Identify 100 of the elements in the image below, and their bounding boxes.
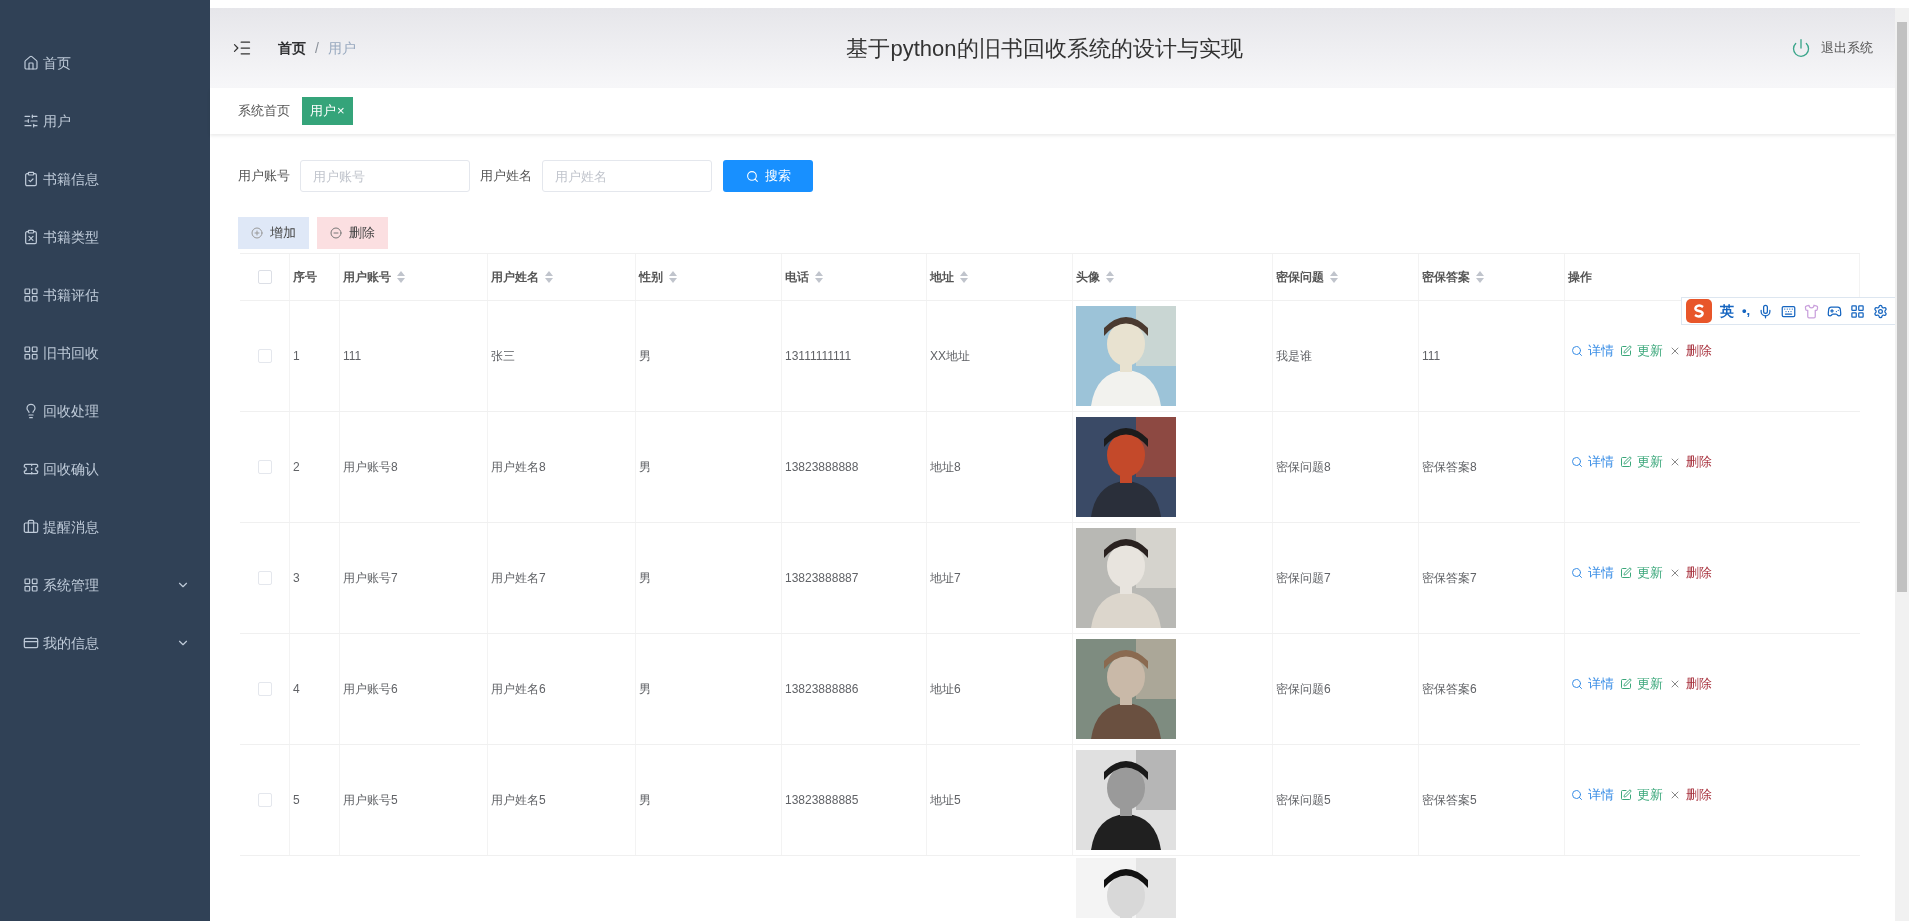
column-label: 密保问题	[1276, 269, 1324, 286]
sidebar-item[interactable]: 提醒消息	[0, 498, 210, 556]
table-cell-text: 男	[639, 570, 651, 587]
column-label: 操作	[1568, 269, 1592, 286]
logout-button[interactable]: 退出系统	[1791, 38, 1873, 58]
keyboard-icon[interactable]	[1781, 303, 1797, 319]
detail-link[interactable]: 详情	[1571, 563, 1614, 583]
clipboard-x-icon	[23, 229, 39, 245]
edit-icon	[1620, 789, 1632, 801]
table-cell-text: 密保答案7	[1422, 570, 1477, 587]
table-cell-text: 我是谁	[1276, 348, 1312, 365]
sort-icon[interactable]	[1330, 271, 1338, 283]
column-header-cell[interactable]: 用户姓名	[488, 254, 636, 300]
add-button[interactable]: 增加	[238, 217, 309, 249]
checkbox[interactable]	[257, 571, 272, 585]
search-icon	[1571, 567, 1583, 579]
column-header-cell[interactable]: 电话	[782, 254, 927, 300]
detail-link[interactable]: 详情	[1571, 785, 1614, 805]
search-icon	[1571, 789, 1583, 801]
table-cell-text: 密保问题7	[1276, 570, 1331, 587]
table-cell-text: 4	[293, 681, 300, 698]
close-icon	[1669, 456, 1681, 468]
sidebar-item[interactable]: 系统管理	[0, 556, 210, 614]
delete-link[interactable]: 删除	[1669, 341, 1712, 361]
table-cell-text: 地址6	[930, 681, 961, 698]
sidebar-item[interactable]: 旧书回收	[0, 324, 210, 382]
column-label: 密保答案	[1422, 269, 1470, 286]
briefcase-icon	[23, 519, 39, 535]
delete-link[interactable]: 删除	[1669, 674, 1712, 694]
ticket-icon	[23, 461, 39, 477]
sidebar-item[interactable]: 书籍评估	[0, 266, 210, 324]
power-icon	[1791, 38, 1811, 58]
ime-mode[interactable]: 英	[1720, 300, 1734, 322]
search-field[interactable]: 用户姓名	[542, 160, 712, 192]
checkbox[interactable]	[257, 793, 272, 807]
checkbox[interactable]	[257, 349, 272, 363]
shirt-icon[interactable]	[1804, 303, 1820, 319]
table-cell-text: 13823888888	[785, 459, 859, 476]
sort-icon[interactable]	[960, 271, 968, 283]
sidebar-item[interactable]: 用户	[0, 92, 210, 150]
table-cell-text: 2	[293, 459, 300, 476]
breadcrumb-item: 用户	[327, 38, 356, 58]
column-label: 电话	[785, 269, 809, 286]
sidebar-item[interactable]: 书籍信息	[0, 150, 210, 208]
sort-icon[interactable]	[545, 271, 553, 283]
settings-icon[interactable]	[1873, 303, 1889, 319]
table-cell-text: 密保答案8	[1422, 459, 1477, 476]
grid-icon	[23, 345, 39, 361]
checkbox[interactable]	[257, 460, 272, 474]
sort-icon[interactable]	[1476, 271, 1484, 283]
delete-link[interactable]: 删除	[1669, 563, 1712, 583]
edit-icon	[1620, 567, 1632, 579]
sidebar-item[interactable]: 首页	[0, 34, 210, 92]
sidebar-item[interactable]: 书籍类型	[0, 208, 210, 266]
sort-icon[interactable]	[397, 271, 405, 283]
edit-icon	[1620, 678, 1632, 690]
sidebar-item[interactable]: 我的信息	[0, 614, 210, 672]
column-label: 用户姓名	[491, 269, 539, 286]
delete-button[interactable]: 删除	[317, 217, 388, 249]
delete-link[interactable]: 删除	[1669, 452, 1712, 472]
delete-link[interactable]: 删除	[1669, 785, 1712, 805]
column-header-cell[interactable]: 地址	[927, 254, 1073, 300]
gamepad-icon[interactable]	[1827, 303, 1843, 319]
table-cell-text: 用户账号6	[343, 681, 398, 698]
column-header-cell[interactable]: 头像	[1073, 254, 1273, 300]
table-cell-text: 5	[293, 792, 300, 809]
page-tab[interactable]: 系统首页	[238, 97, 290, 125]
sort-icon[interactable]	[1106, 271, 1114, 283]
grid-icon[interactable]	[1850, 303, 1866, 319]
table-cell-text: 用户账号8	[343, 459, 398, 476]
column-header-cell[interactable]: 密保问题	[1273, 254, 1419, 300]
checkbox[interactable]	[257, 270, 272, 284]
breadcrumb-item[interactable]: 首页	[278, 37, 306, 59]
detail-link[interactable]: 详情	[1571, 452, 1614, 472]
column-label: 性别	[639, 269, 663, 286]
detail-link[interactable]: 详情	[1571, 674, 1614, 694]
detail-link[interactable]: 详情	[1571, 341, 1614, 361]
clipboard-check-icon	[23, 171, 39, 187]
sidebar-item[interactable]: 回收处理	[0, 382, 210, 440]
search-icon	[1571, 678, 1583, 690]
table-cell-text: 用户姓名8	[491, 459, 546, 476]
ime-punctuation[interactable]: •,	[1742, 301, 1751, 321]
table-cell-text: XX地址	[930, 348, 970, 365]
sort-icon[interactable]	[815, 271, 823, 283]
column-header-cell[interactable]: 密保答案	[1419, 254, 1565, 300]
ime-logo-icon[interactable]	[1686, 299, 1712, 323]
scrollbar[interactable]	[1895, 8, 1909, 921]
search-field[interactable]: 用户账号	[300, 160, 470, 192]
microphone-icon[interactable]	[1758, 303, 1774, 319]
column-label: 用户账号	[343, 269, 391, 286]
checkbox[interactable]	[257, 682, 272, 696]
edit-icon	[1620, 345, 1632, 357]
column-header-cell[interactable]: 性别	[636, 254, 782, 300]
sort-icon[interactable]	[669, 271, 677, 283]
column-header-cell[interactable]: 用户账号	[340, 254, 488, 300]
table-cell-text: 地址7	[930, 570, 961, 587]
close-icon	[1669, 789, 1681, 801]
column-label: 头像	[1076, 269, 1100, 286]
sidebar-item[interactable]: 回收确认	[0, 440, 210, 498]
close-icon	[1669, 345, 1681, 357]
